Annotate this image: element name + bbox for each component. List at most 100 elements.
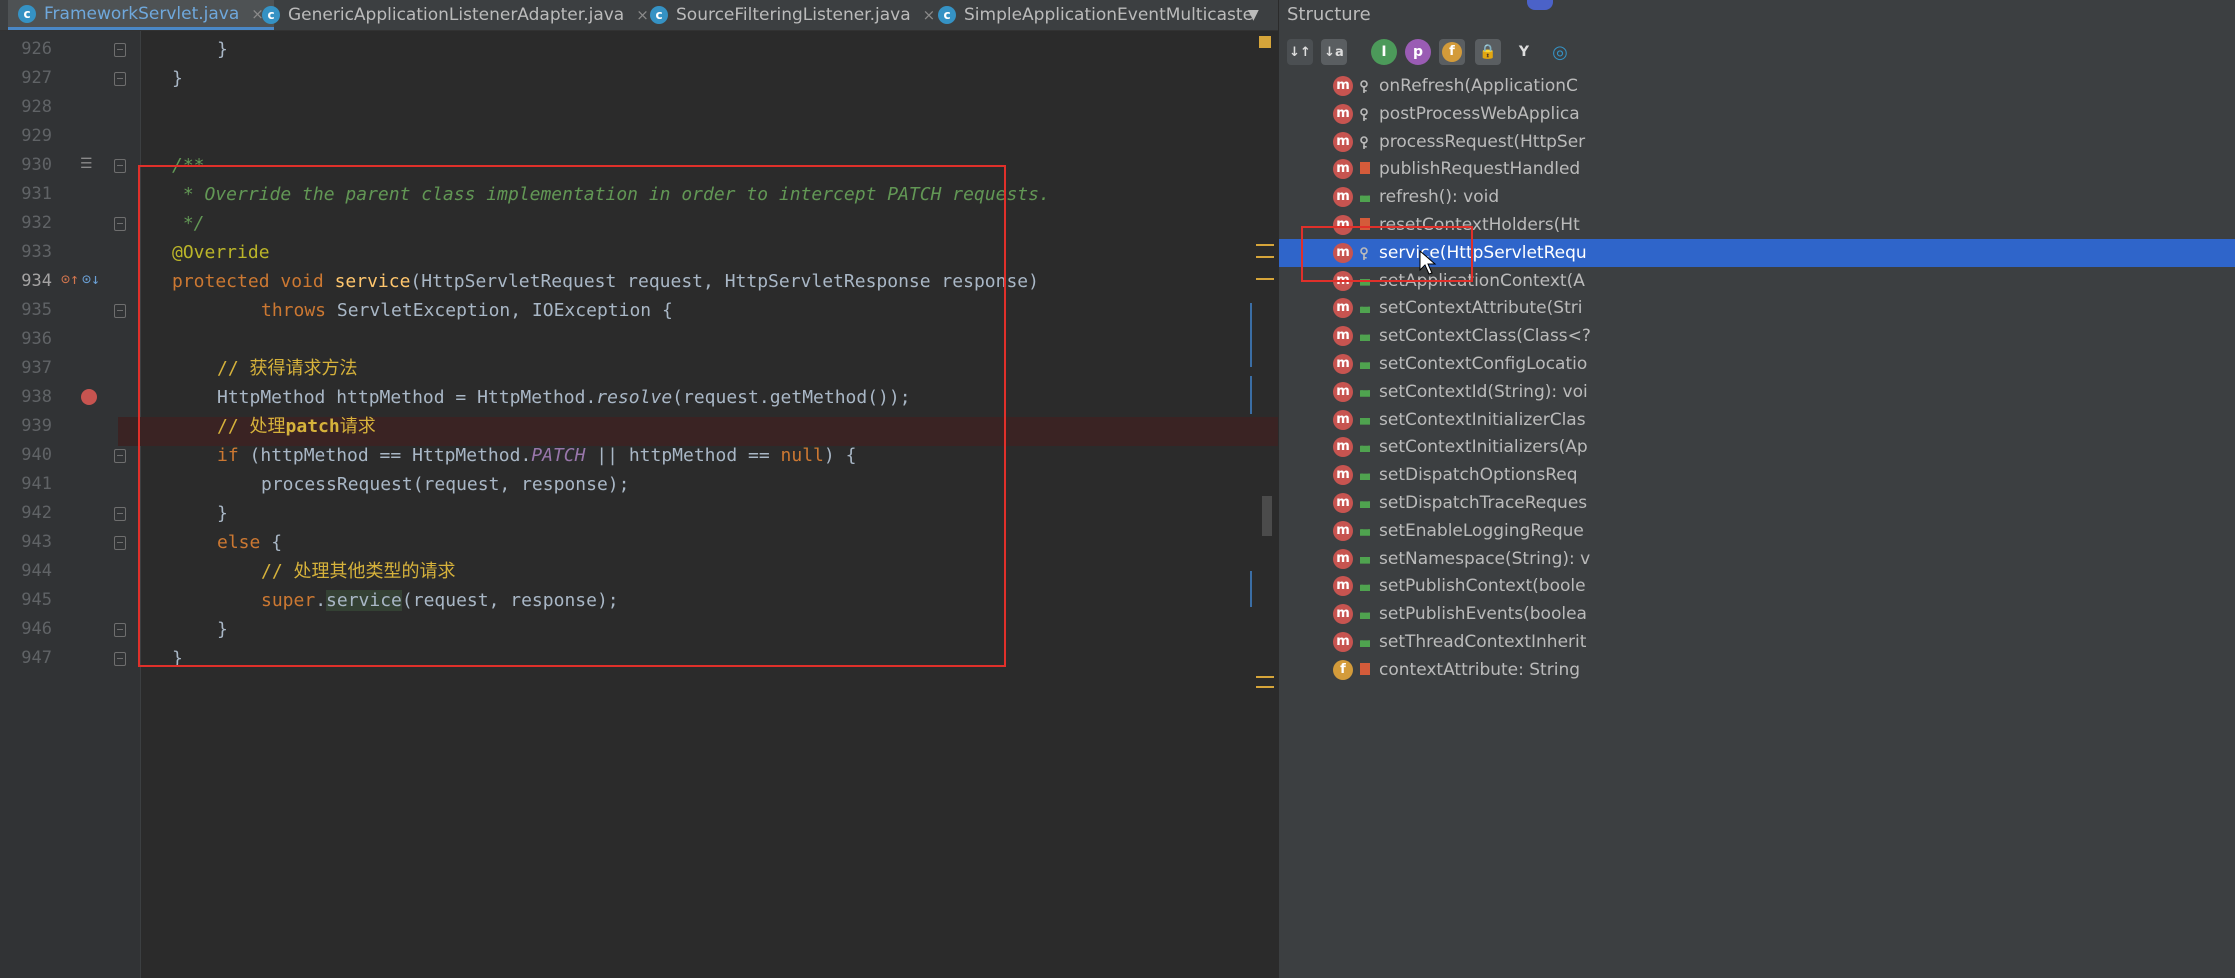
structure-item[interactable]: m setPublishEvents(boolea	[1279, 600, 2235, 628]
method-icon: m	[1333, 354, 1353, 374]
code-text: }	[172, 68, 183, 89]
sort-by-visibility-icon[interactable]: ↓↑	[1287, 39, 1313, 65]
structure-item[interactable]: m setContextClass(Class<?	[1279, 322, 2235, 350]
structure-item[interactable]: m setNamespace(String): v	[1279, 545, 2235, 573]
show-inherited-icon[interactable]: I	[1371, 39, 1397, 65]
structure-item[interactable]: m postProcessWebApplica	[1279, 100, 2235, 128]
fold-marker-icon[interactable]	[114, 72, 126, 86]
tab-sourcefilteringlistener[interactable]: c SourceFilteringListener.java ×	[650, 0, 935, 30]
close-icon[interactable]: ×	[636, 6, 649, 24]
structure-item-label: setContextInitializerClas	[1379, 409, 1586, 430]
protected-key-icon	[1360, 107, 1368, 121]
public-lock-icon	[1360, 501, 1370, 508]
overridden-method-icon[interactable]: ⊙↓	[82, 270, 100, 288]
structure-item[interactable]: m setPublishContext(boole	[1279, 572, 2235, 600]
sort-alphabetically-icon[interactable]: ↓a	[1321, 39, 1347, 65]
structure-item[interactable]: m setDispatchOptionsReq	[1279, 461, 2235, 489]
structure-item[interactable]: m refresh(): void	[1279, 183, 2235, 211]
javadoc-render-icon[interactable]: ☰	[80, 156, 93, 172]
method-icon: m	[1333, 103, 1353, 124]
close-icon[interactable]: ×	[923, 6, 936, 24]
editor-tab-bar: c FrameworkServlet.java × c GenericAppli…	[0, 0, 1278, 31]
fold-marker-icon[interactable]	[114, 623, 126, 637]
fold-marker-icon[interactable]	[114, 507, 126, 521]
structure-item[interactable]: m setContextInitializers(Ap	[1279, 433, 2235, 461]
structure-item[interactable]: m processRequest(HttpSer	[1279, 128, 2235, 156]
fold-marker-icon[interactable]	[114, 43, 126, 57]
structure-item[interactable]: m setContextConfigLocatio	[1279, 350, 2235, 378]
code-line: 929	[0, 122, 1278, 151]
fold-marker-icon[interactable]	[114, 304, 126, 318]
error-stripe-mark[interactable]	[1256, 676, 1274, 678]
line-number: 937	[21, 358, 52, 378]
line-number: 927	[21, 68, 52, 88]
structure-item[interactable]: m publishRequestHandled	[1279, 155, 2235, 183]
tab-simpleapplicationeventmulticaster[interactable]: c SimpleApplicationEventMulticaste	[938, 0, 1253, 30]
overrides-method-icon[interactable]: ⊙↑	[61, 270, 79, 288]
fold-marker-icon[interactable]	[114, 536, 126, 550]
public-lock-icon	[1360, 612, 1370, 620]
line-number: 933	[21, 242, 52, 262]
error-stripe-mark[interactable]	[1256, 278, 1274, 280]
structure-item[interactable]: m setThreadContextInherit	[1279, 628, 2235, 656]
line-number: 941	[21, 474, 52, 494]
show-fields-icon[interactable]: f	[1439, 39, 1465, 65]
structure-item[interactable]: m setContextAttribute(Stri	[1279, 294, 2235, 322]
method-icon: m	[1333, 76, 1353, 96]
editor-scrollbar-thumb[interactable]	[1262, 496, 1272, 536]
code-editor[interactable]: 926 } 927 } 928 929 930 ☰ /** 931 * Over…	[0, 31, 1278, 978]
structure-item[interactable]: m setEnableLoggingReque	[1279, 517, 2235, 545]
structure-item[interactable]: m onRefresh(ApplicationC	[1279, 72, 2235, 100]
show-lambdas-icon[interactable]: Y	[1511, 39, 1537, 65]
structure-item-label: setContextInitializers(Ap	[1379, 437, 1588, 458]
structure-item[interactable]: m setDispatchTraceReques	[1279, 489, 2235, 517]
line-number: 926	[21, 39, 52, 59]
error-stripe-mark[interactable]	[1256, 244, 1274, 246]
line-number: 940	[21, 445, 52, 465]
fold-marker-icon[interactable]	[114, 449, 126, 463]
structure-item[interactable]: f contextAttribute: String	[1279, 656, 2235, 684]
field-icon: f	[1333, 659, 1353, 680]
line-number: 936	[21, 329, 52, 349]
tab-frameworkservlet[interactable]: c FrameworkServlet.java ×	[8, 0, 274, 30]
method-icon: m	[1333, 409, 1353, 430]
fold-marker-icon[interactable]	[114, 652, 126, 666]
class-icon: c	[18, 4, 36, 23]
line-number: 934	[21, 271, 52, 291]
mouse-cursor-icon	[1419, 250, 1437, 275]
error-stripe-mark[interactable]	[1256, 686, 1274, 688]
line-number: 929	[21, 126, 52, 146]
fold-marker-icon[interactable]	[114, 217, 126, 231]
show-properties-icon[interactable]: p	[1405, 39, 1431, 65]
structure-item[interactable]: m setContextInitializerClas	[1279, 406, 2235, 434]
autoscroll-icon[interactable]: ◎	[1547, 39, 1573, 65]
tab-overflow-chevron-icon[interactable]: ▼	[1248, 0, 1259, 30]
change-marker	[1250, 303, 1252, 367]
method-icon: m	[1333, 131, 1353, 152]
change-marker	[1250, 571, 1252, 607]
show-non-public-icon[interactable]: 🔒	[1475, 39, 1501, 65]
public-lock-icon	[1360, 640, 1370, 647]
method-icon: m	[1333, 187, 1353, 208]
method-icon: m	[1333, 548, 1353, 569]
error-stripe-mark[interactable]	[1256, 256, 1274, 258]
class-icon: c	[262, 6, 280, 24]
method-icon: m	[1333, 298, 1353, 319]
class-icon: c	[650, 6, 668, 24]
line-number: 943	[21, 532, 52, 552]
line-number: 945	[21, 590, 52, 610]
breakpoint-icon[interactable]	[81, 389, 97, 405]
method-icon: m	[1333, 493, 1353, 513]
structure-item[interactable]: m setContextId(String): voi	[1279, 378, 2235, 406]
structure-item-label: setPublishContext(boole	[1379, 576, 1586, 597]
method-icon: m	[1333, 381, 1353, 402]
structure-title: Structure	[1287, 4, 1371, 25]
warning-stripe-icon[interactable]	[1259, 36, 1271, 48]
structure-item-label: publishRequestHandled	[1379, 159, 1581, 180]
tab-genericapplicationlisteneradapter[interactable]: c GenericApplicationListenerAdapter.java…	[262, 0, 649, 30]
public-lock-icon	[1360, 556, 1370, 564]
structure-item-label: setNamespace(String): v	[1379, 548, 1591, 569]
tab-label: SourceFilteringListener.java	[676, 5, 911, 25]
code-text: }	[217, 39, 228, 60]
fold-marker-icon[interactable]	[114, 159, 126, 173]
